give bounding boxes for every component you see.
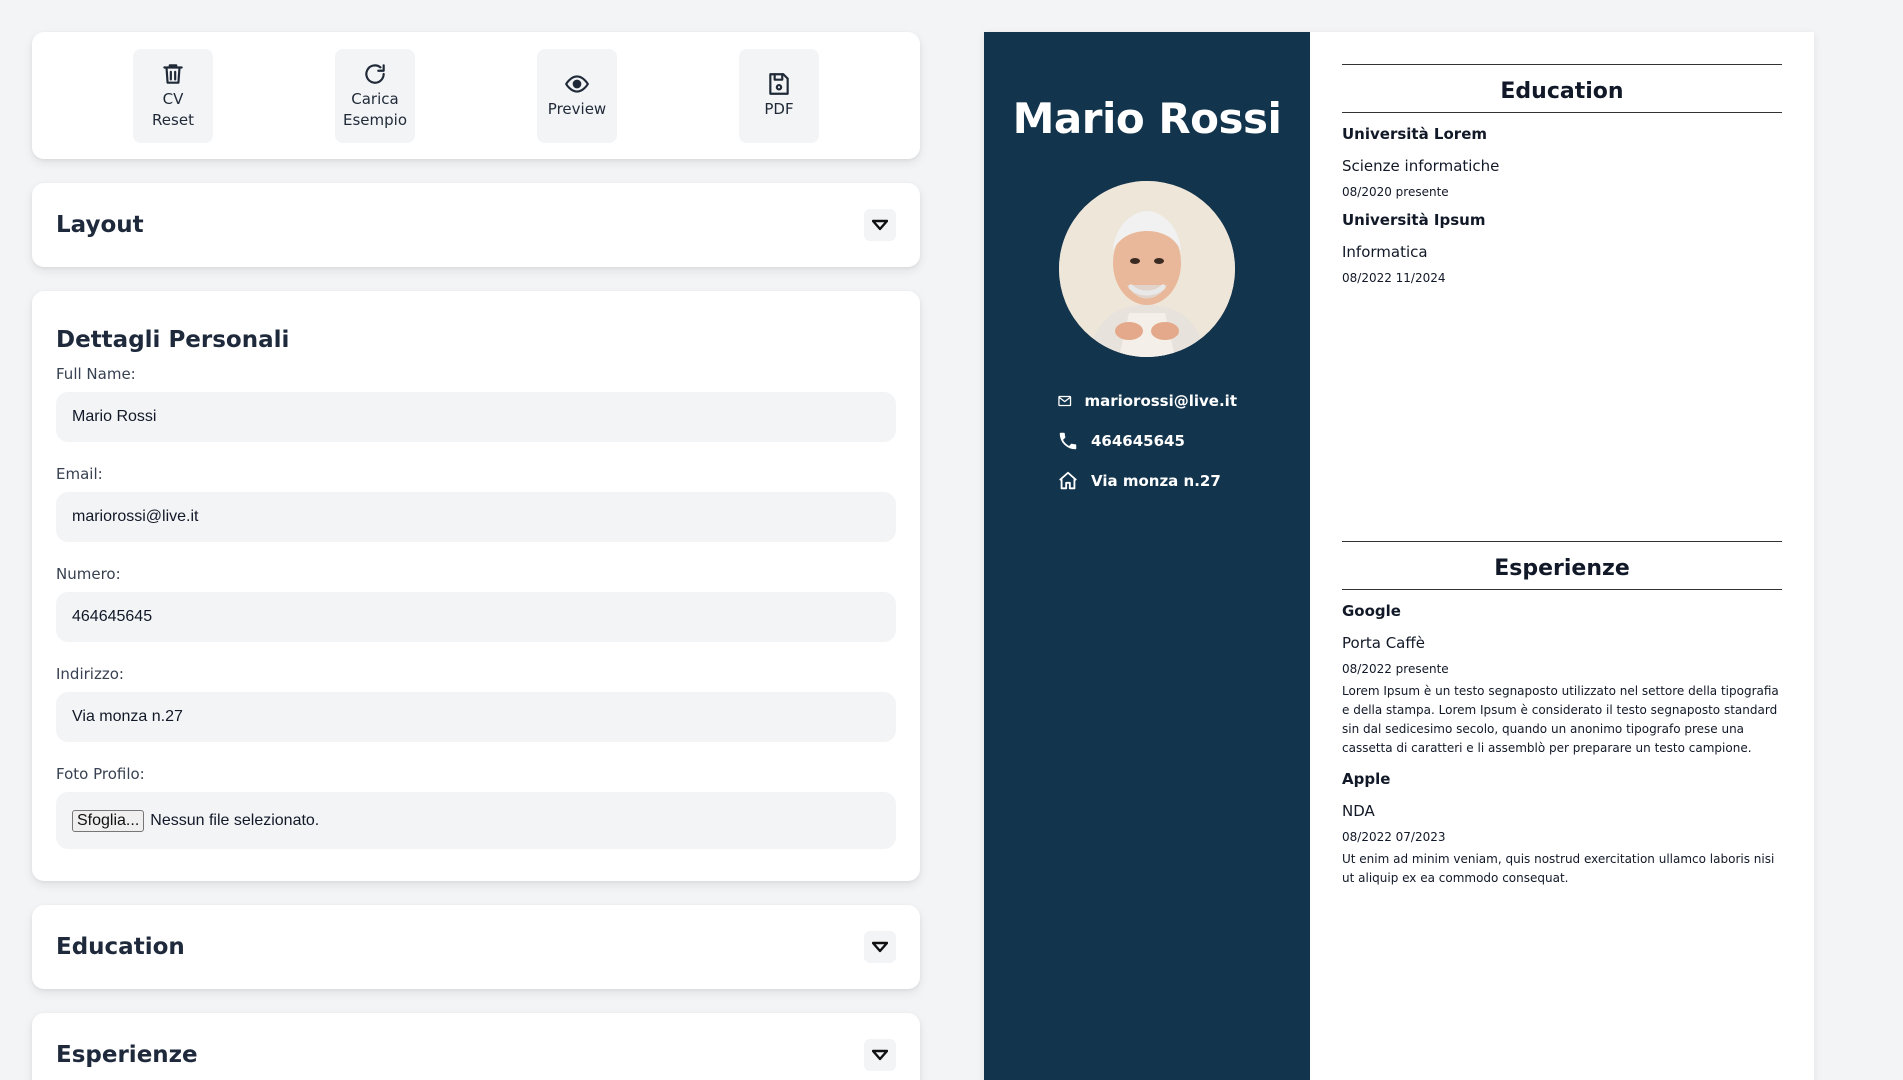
eye-icon — [565, 75, 589, 93]
chevron-down-icon — [872, 219, 888, 231]
experience-company: Apple — [1342, 770, 1391, 788]
layout-section[interactable]: Layout — [32, 183, 920, 267]
toolbar: CV Reset Carica Esempio Preview PDF — [32, 32, 920, 159]
preview-button[interactable]: Preview — [537, 48, 617, 143]
experience-section[interactable]: Esperienze — [32, 1013, 920, 1080]
home-icon — [1059, 471, 1077, 490]
cv-contacts: mariorossi@live.it 464645645 Via monza n… — [1057, 381, 1237, 501]
chevron-down-icon — [872, 941, 888, 953]
photo-label: Foto Profilo: — [56, 765, 145, 783]
education-dates: 08/2020 presente — [1342, 185, 1449, 199]
email-label: Email: — [56, 465, 103, 483]
experience-description: Lorem Ipsum è un testo segnaposto utiliz… — [1342, 684, 1779, 755]
education-section-title: Education — [56, 934, 185, 960]
cv-email: mariorossi@live.it — [1057, 381, 1237, 421]
trash-icon — [163, 63, 183, 84]
cv-phone-text: 464645645 — [1091, 432, 1185, 450]
experience-entry: Google Porta Caffè 08/2022 presente Lore… — [1342, 602, 1782, 758]
experience-dates: 08/2022 presente — [1342, 662, 1449, 676]
cv-phone: 464645645 — [1057, 421, 1237, 461]
education-course: Scienze informatiche — [1342, 157, 1500, 175]
cv-experience-title: Esperienze — [1342, 541, 1782, 590]
phone-icon — [1059, 432, 1077, 450]
preview-label: Preview — [547, 100, 607, 118]
experience-role: Porta Caffè — [1342, 634, 1425, 652]
file-status-text: Nessun file selezionato. — [150, 811, 320, 829]
load-example-button[interactable]: Carica Esempio — [335, 48, 415, 143]
education-entry: Università Lorem Scienze informatiche 08… — [1342, 125, 1782, 199]
experience-company: Google — [1342, 602, 1401, 620]
pdf-button[interactable]: PDF — [739, 48, 819, 143]
cv-education-title: Education — [1342, 64, 1782, 113]
cv-name: Mario Rossi — [1012, 94, 1282, 143]
address-label: Indirizzo: — [56, 665, 124, 683]
education-school: Università Ipsum — [1342, 211, 1486, 229]
chevron-down-icon — [872, 1049, 888, 1061]
experience-entry: Apple NDA 08/2022 07/2023 Ut enim ad min… — [1342, 770, 1782, 888]
personal-details-section: Dettagli Personali Full Name: Mario Ross… — [32, 291, 920, 881]
experience-description: Ut enim ad minim veniam, quis nostrud ex… — [1342, 852, 1775, 885]
layout-toggle-button[interactable] — [864, 209, 896, 241]
editor-panel: CV Reset Carica Esempio Preview PDF Layo… — [32, 32, 920, 1080]
number-input[interactable]: 464645645 — [56, 592, 896, 642]
education-section[interactable]: Education — [32, 905, 920, 989]
cv-email-text: mariorossi@live.it — [1084, 392, 1237, 410]
education-school: Università Lorem — [1342, 125, 1487, 143]
personal-details-title: Dettagli Personali — [56, 327, 290, 353]
pdf-label: PDF — [764, 100, 794, 118]
cv-address: Via monza n.27 — [1057, 461, 1237, 501]
education-toggle-button[interactable] — [864, 931, 896, 963]
refresh-icon — [365, 63, 385, 84]
education-course: Informatica — [1342, 243, 1428, 261]
email-input[interactable]: mariorossi@live.it — [56, 492, 896, 542]
profile-photo — [1059, 181, 1235, 357]
cv-preview: Mario Rossi mariorossi@live.it 464645645… — [984, 32, 1814, 1080]
profile-photo-image — [1059, 181, 1235, 357]
experience-section-title: Esperienze — [56, 1042, 198, 1068]
full-name-input[interactable]: Mario Rossi — [56, 392, 896, 442]
experience-toggle-button[interactable] — [864, 1039, 896, 1071]
layout-section-title: Layout — [56, 212, 144, 238]
save-icon — [769, 73, 789, 95]
mail-icon — [1058, 395, 1072, 407]
cv-sidebar: Mario Rossi mariorossi@live.it 464645645… — [984, 32, 1310, 1080]
education-entry: Università Ipsum Informatica 08/2022 11/… — [1342, 211, 1782, 285]
full-name-label: Full Name: — [56, 365, 136, 383]
education-dates: 08/2022 11/2024 — [1342, 271, 1446, 285]
cv-reset-label: CV Reset — [152, 89, 194, 129]
experience-dates: 08/2022 07/2023 — [1342, 830, 1446, 844]
cv-address-text: Via monza n.27 — [1091, 472, 1221, 490]
experience-role: NDA — [1342, 802, 1375, 820]
browse-file-button[interactable]: Sfoglia... — [72, 809, 145, 832]
load-example-label: Carica Esempio — [343, 89, 407, 129]
photo-file-input: Sfoglia... Nessun file selezionato. — [56, 792, 896, 849]
cv-reset-button[interactable]: CV Reset — [133, 48, 213, 143]
address-input[interactable]: Via monza n.27 — [56, 692, 896, 742]
cv-main: Education Università Lorem Scienze infor… — [1310, 32, 1814, 1080]
number-label: Numero: — [56, 565, 121, 583]
